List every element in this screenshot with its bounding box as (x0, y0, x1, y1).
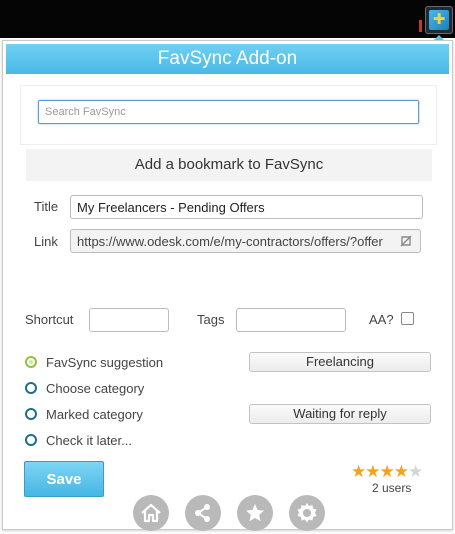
section-title: Add a bookmark to FavSync (26, 149, 432, 181)
favsync-popup: FavSync Add-on Add a bookmark to FavSync… (2, 40, 453, 531)
radio-marked-category[interactable] (25, 408, 37, 420)
radio-favsync-suggestion[interactable] (25, 356, 37, 368)
title-label: Title (34, 199, 59, 214)
aa-checkbox[interactable] (401, 312, 414, 325)
star-icon: ★ (365, 462, 380, 481)
browser-toolbar: ✚ (0, 0, 455, 38)
link-edit-icon[interactable] (398, 233, 414, 249)
option-favsync-suggestion[interactable]: FavSync suggestion (46, 355, 163, 370)
share-icon[interactable] (184, 495, 221, 531)
home-icon[interactable] (132, 495, 169, 531)
shortcut-label: Shortcut (25, 312, 74, 327)
shortcut-field[interactable] (89, 308, 169, 332)
footer-nav (20, 495, 437, 531)
aa-label: AA? (369, 312, 394, 327)
search-input[interactable] (38, 100, 419, 124)
rating-stars: ★★★★★ (351, 462, 423, 481)
bookmark-form: Add a bookmark to FavSync Title Link Sho… (20, 145, 437, 497)
suggested-category-button[interactable]: Freelancing (249, 352, 431, 372)
tags-label: Tags (197, 312, 225, 327)
title-field[interactable] (70, 195, 423, 219)
settings-icon[interactable] (288, 495, 325, 531)
option-choose-category[interactable]: Choose category (46, 381, 144, 396)
star-empty-icon: ★ (408, 462, 423, 481)
save-button[interactable]: Save (24, 461, 104, 497)
star-icon: ★ (379, 462, 395, 481)
link-label: Link (34, 234, 58, 249)
radio-choose-category[interactable] (25, 382, 37, 394)
tags-field[interactable] (236, 308, 346, 332)
link-field[interactable] (70, 229, 421, 253)
favorites-icon[interactable] (236, 495, 273, 531)
star-icon: ★ (393, 462, 409, 481)
star-icon: ★ (351, 462, 366, 481)
search-section (20, 85, 437, 145)
toolbar-marker (419, 20, 422, 32)
favsync-extension-icon: ✚ (429, 10, 449, 30)
option-marked-category[interactable]: Marked category (46, 407, 143, 422)
option-check-later[interactable]: Check it later... (46, 433, 132, 448)
marked-category-button[interactable]: Waiting for reply (249, 404, 431, 424)
popup-title: FavSync Add-on (6, 44, 449, 74)
rating-users: 2 users (372, 481, 412, 495)
favsync-extension-button[interactable]: ✚ (425, 6, 453, 34)
radio-check-later[interactable] (25, 434, 37, 446)
